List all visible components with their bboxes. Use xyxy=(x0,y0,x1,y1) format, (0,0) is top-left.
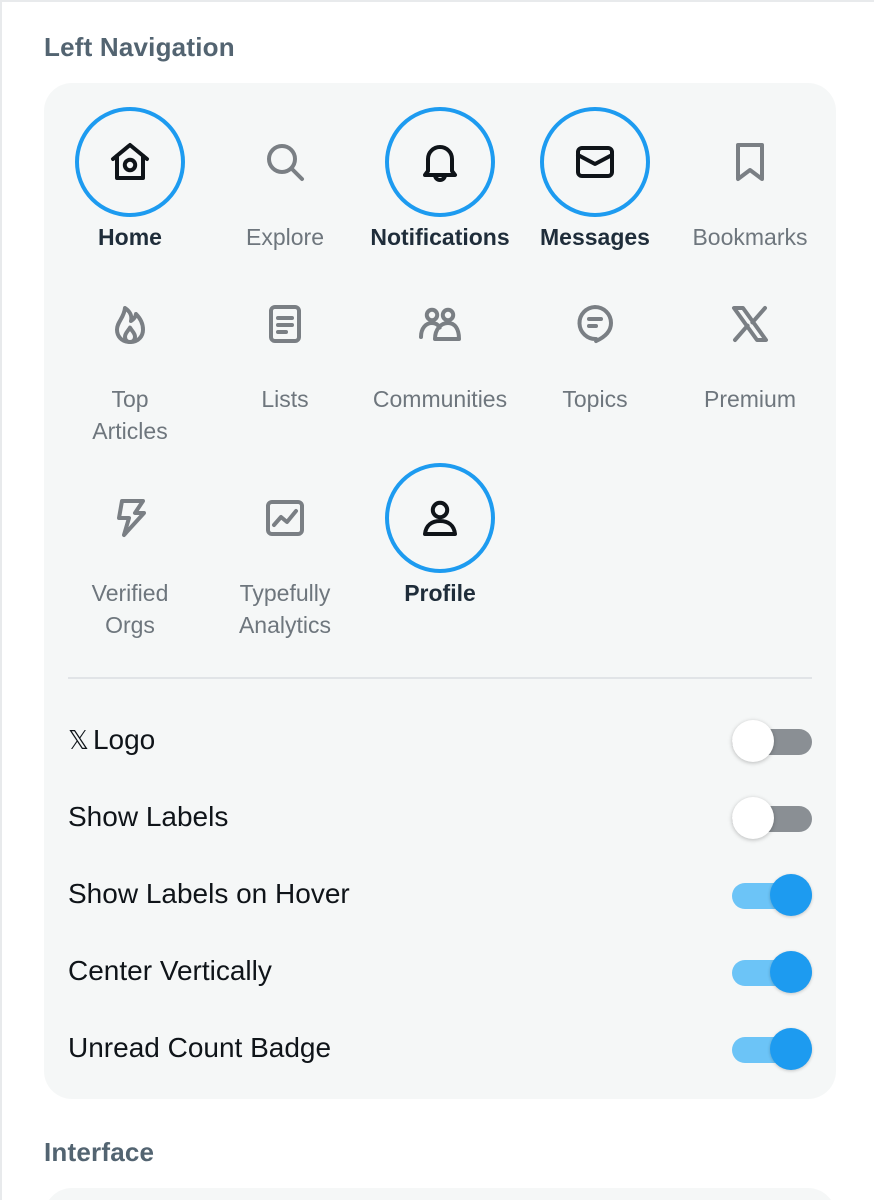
nav-item-label: Verified Orgs xyxy=(91,580,169,638)
nav-item-label: Top Articles xyxy=(92,386,168,444)
x-logo-icon xyxy=(695,269,805,379)
home-icon xyxy=(75,107,185,217)
setting-row-show-labels: Show Labels xyxy=(68,793,812,843)
section-title-interface: Interface xyxy=(44,1137,155,1167)
center-vertically-toggle[interactable] xyxy=(732,951,812,993)
logo-toggle[interactable] xyxy=(732,720,812,762)
setting-label: Logo xyxy=(92,724,156,755)
topic-bubble-icon xyxy=(540,269,650,379)
setting-row-show-labels-on-hover: Show Labels on Hover xyxy=(68,870,812,920)
setting-label: Show Labels xyxy=(68,801,229,832)
setting-row-unread-count-badge: Unread Count Badge xyxy=(68,1024,812,1074)
unread-count-badge-toggle[interactable] xyxy=(732,1028,812,1070)
search-icon xyxy=(230,107,340,217)
section-title-left-navigation: Left Navigation xyxy=(44,32,235,62)
people-icon xyxy=(385,269,495,379)
nav-item-label: Explore xyxy=(246,224,324,250)
show-labels-on-hover-toggle[interactable] xyxy=(732,874,812,916)
nav-item-label: Premium xyxy=(703,386,796,412)
x-logo-icon: 𝕏 xyxy=(68,725,89,755)
chart-icon xyxy=(230,463,340,573)
nav-item-label: Home xyxy=(98,224,162,250)
interface-card xyxy=(44,1188,836,1200)
list-icon xyxy=(230,269,340,379)
nav-item-label: Typefully Analytics xyxy=(238,580,332,638)
divider xyxy=(68,677,812,679)
settings-panel: Left Navigation Home Explore Notificatio… xyxy=(0,0,874,1200)
envelope-icon xyxy=(540,107,650,217)
nav-item-label: Profile xyxy=(404,580,476,606)
setting-row-center-vertically: Center Vertically xyxy=(68,947,812,997)
nav-item-label: Bookmarks xyxy=(692,224,808,250)
nav-item-label: Topics xyxy=(562,386,628,412)
lightning-icon xyxy=(75,463,185,573)
nav-item-label: Lists xyxy=(261,386,309,412)
bookmark-icon xyxy=(695,107,805,217)
setting-label: Center Vertically xyxy=(68,955,272,986)
nav-item-label: Messages xyxy=(540,224,650,250)
setting-label: Show Labels on Hover xyxy=(68,878,350,909)
person-icon xyxy=(385,463,495,573)
flame-icon xyxy=(75,269,185,379)
bell-icon xyxy=(385,107,495,217)
setting-row-logo: 𝕏 Logo xyxy=(68,716,812,766)
show-labels-toggle[interactable] xyxy=(732,797,812,839)
setting-label: Unread Count Badge xyxy=(68,1032,332,1063)
nav-item-label: Notifications xyxy=(370,224,510,250)
nav-item-label: Communities xyxy=(372,386,508,412)
